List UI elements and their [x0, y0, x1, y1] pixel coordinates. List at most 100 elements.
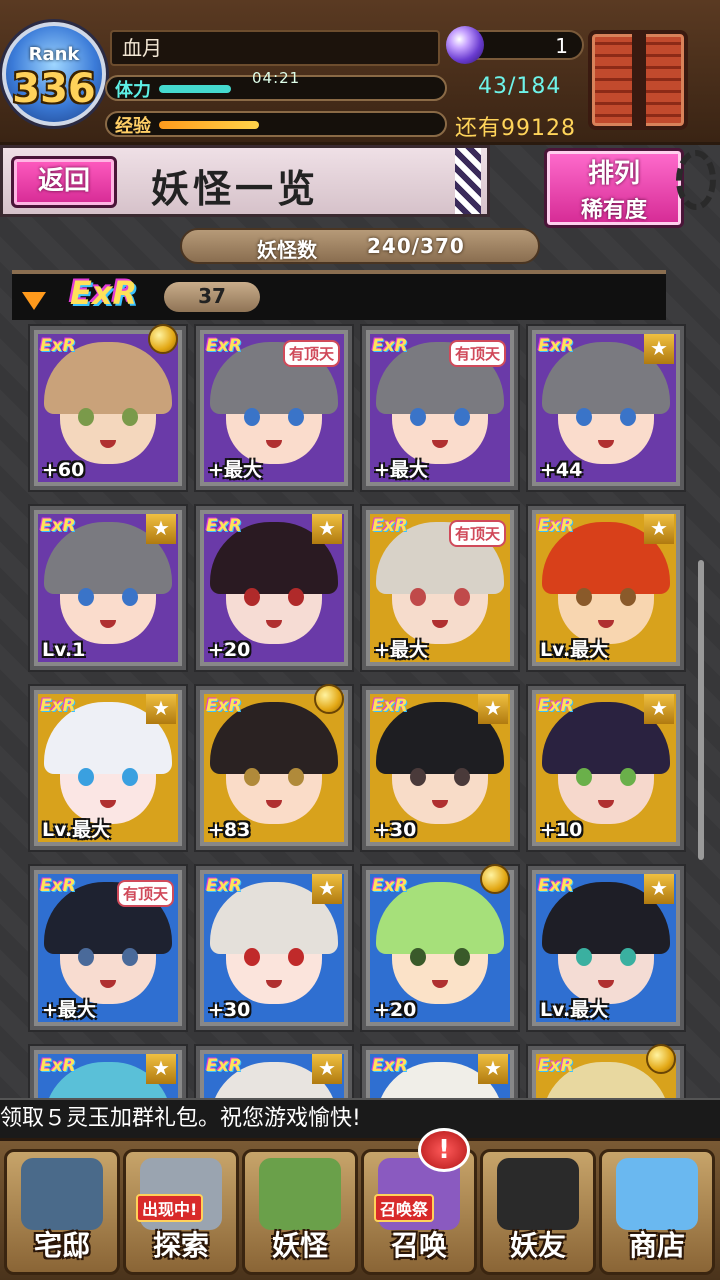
portrait-eye [244, 588, 260, 606]
card-level: +20 [374, 999, 417, 1021]
rarity-badge: ExR [538, 336, 574, 356]
youkai-portrait: ExR +83 [204, 694, 344, 842]
rarity-badge: ExR [372, 336, 408, 356]
nav-label: 商店 [628, 1229, 685, 1262]
youkai-card[interactable]: ExR ★ Lv.最大 [30, 686, 186, 850]
portrait-eye [78, 948, 94, 966]
nav-explore[interactable]: 出现中! 探索 [123, 1149, 239, 1275]
youkai-card[interactable]: ExR +83 [196, 684, 352, 850]
rarity-badge: ExR [538, 1056, 574, 1076]
portrait-eye [454, 948, 470, 966]
star-icon: ★ [146, 1054, 176, 1084]
card-level: +30 [208, 999, 251, 1021]
youkai-portrait: ExR ★ +44 [536, 334, 676, 482]
status-tag: 有顶天 [448, 520, 506, 547]
friend-icon [497, 1158, 579, 1230]
card-level: +最大 [42, 999, 96, 1021]
portrait-eye [620, 408, 636, 426]
card-level: +10 [540, 819, 583, 841]
rarity-badge: ExR [40, 516, 76, 536]
nav-shop-orb[interactable]: 商店 [599, 1149, 715, 1275]
rarity-badge: ExR [40, 1056, 76, 1076]
nav-mansion[interactable]: 宅邸 [4, 1149, 120, 1275]
card-level: +最大 [374, 639, 428, 661]
youkai-scroll-icon [259, 1158, 341, 1230]
youkai-portrait: ExR +60 [38, 334, 178, 482]
portrait-eye [410, 408, 426, 426]
portrait-eye [288, 588, 304, 606]
shop-orb-icon [616, 1158, 698, 1230]
star-icon: ★ [312, 514, 342, 544]
youkai-portrait: ExR 有顶天 +最大 [370, 334, 510, 482]
scrollbar[interactable] [698, 560, 704, 860]
card-level: +最大 [208, 459, 262, 481]
youkai-card[interactable]: ExR +60 [30, 324, 186, 490]
youkai-card[interactable]: ExR 有顶天 +最大 [362, 506, 518, 670]
portrait-eye [454, 588, 470, 606]
rarity-badge: ExR [206, 516, 242, 536]
mansion-icon [21, 1158, 103, 1230]
nav-friend[interactable]: 妖友 [480, 1149, 596, 1275]
portrait-eye [122, 768, 138, 786]
youkai-card[interactable]: ExR ★ Lv.最大 [528, 866, 684, 1030]
portrait-eye [122, 408, 138, 426]
portrait-eye [454, 768, 470, 786]
youkai-card[interactable]: ExR ★ +30 [362, 686, 518, 850]
youkai-portrait: ExR ★ Lv.最大 [536, 874, 676, 1022]
rarity-badge: ExR [40, 696, 76, 716]
card-level: +44 [540, 459, 583, 481]
star-icon: ★ [312, 874, 342, 904]
status-tag: 有顶天 [448, 340, 506, 367]
card-level: Lv.最大 [540, 999, 609, 1021]
portrait-eye [244, 408, 260, 426]
portrait-eye [576, 588, 592, 606]
status-tag: 有顶天 [116, 880, 174, 907]
rarity-badge: ExR [40, 336, 76, 356]
portrait-eye [288, 948, 304, 966]
portrait-eye [78, 408, 94, 426]
card-level: +最大 [374, 459, 428, 481]
portrait-eye [244, 948, 260, 966]
portrait-eye [410, 948, 426, 966]
nav-label: 妖怪 [271, 1229, 328, 1262]
rarity-badge: ExR [372, 1056, 408, 1076]
rarity-badge: ExR [206, 1056, 242, 1076]
star-icon: ★ [146, 514, 176, 544]
youkai-card[interactable]: ExR ★ Lv.1 [30, 506, 186, 670]
gold-medal-icon [480, 864, 510, 894]
youkai-card[interactable]: ExR ★ +30 [196, 866, 352, 1030]
youkai-card[interactable]: ExR 有顶天 +最大 [30, 866, 186, 1030]
youkai-card[interactable]: ExR +20 [362, 864, 518, 1030]
star-icon: ★ [312, 1054, 342, 1084]
nav-label: 宅邸 [33, 1229, 90, 1262]
portrait-eye [288, 408, 304, 426]
youkai-portrait: ExR ★ Lv.最大 [536, 514, 676, 662]
youkai-card[interactable]: ExR 有顶天 +最大 [362, 326, 518, 490]
nav-badge: 召唤祭 [374, 1194, 435, 1222]
youkai-card[interactable]: ExR ★ +20 [196, 506, 352, 670]
rarity-badge: ExR [538, 516, 574, 536]
rarity-badge: ExR [206, 696, 242, 716]
star-icon: ★ [146, 694, 176, 724]
status-tag: 有顶天 [282, 340, 340, 367]
portrait-eye [576, 948, 592, 966]
star-icon: ★ [644, 514, 674, 544]
gold-medal-icon [148, 324, 178, 354]
nav-youkai-scroll[interactable]: 妖怪 [242, 1149, 358, 1275]
nav-badge: 出现中! [136, 1194, 204, 1222]
portrait-eye [410, 768, 426, 786]
nav-summon[interactable]: 召唤祭 召唤 [361, 1149, 477, 1275]
star-icon: ★ [644, 874, 674, 904]
youkai-portrait: ExR ★ +30 [204, 874, 344, 1022]
card-level: Lv.最大 [540, 639, 609, 661]
rarity-badge: ExR [538, 696, 574, 716]
youkai-card[interactable]: ExR ★ +10 [528, 686, 684, 850]
card-level: Lv.最大 [42, 819, 111, 841]
youkai-card[interactable]: ExR ★ +44 [528, 326, 684, 490]
rarity-badge: ExR [372, 876, 408, 896]
youkai-card[interactable]: ExR ★ Lv.最大 [528, 506, 684, 670]
youkai-card[interactable]: ExR 有顶天 +最大 [196, 326, 352, 490]
card-level: Lv.1 [42, 639, 86, 661]
youkai-portrait: ExR ★ Lv.最大 [38, 694, 178, 842]
youkai-portrait: ExR ★ +30 [370, 694, 510, 842]
